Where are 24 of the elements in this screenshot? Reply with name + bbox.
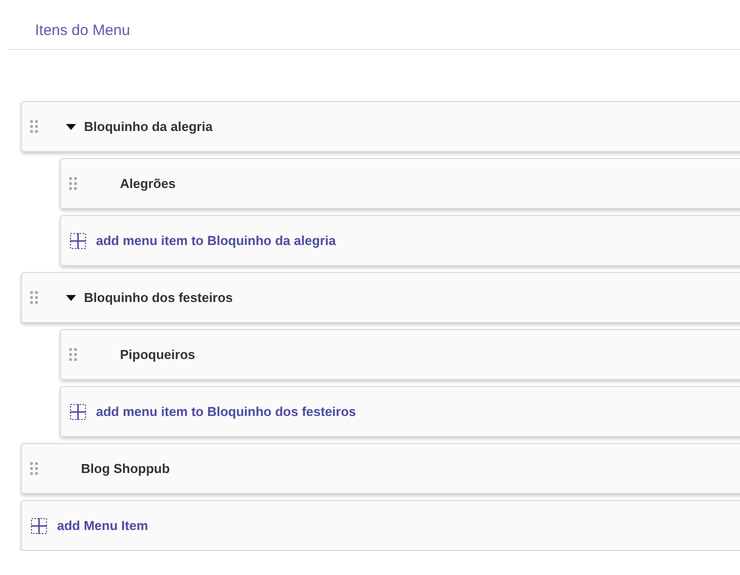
menu-item-label: Bloquinho dos festeiros — [84, 288, 233, 307]
add-item-button[interactable]: add Menu Item — [21, 500, 740, 551]
drag-handle-icon[interactable] — [30, 291, 38, 304]
menu-item-label: Alegrões — [120, 174, 176, 193]
caret-icon[interactable] — [66, 294, 76, 300]
menu-item-card[interactable]: Bloquinho dos festeiros — [21, 272, 740, 323]
drag-handle-icon[interactable] — [69, 177, 77, 190]
menu-item-card[interactable]: Bloquinho da alegria — [21, 101, 740, 152]
drag-handle-icon[interactable] — [30, 462, 38, 475]
add-grid-icon — [70, 232, 86, 248]
add-grid-icon — [31, 518, 47, 534]
add-item-button[interactable]: add menu item to Bloquinho dos festeiros — [60, 386, 740, 437]
menu-item-label: Pipoqueiros — [120, 346, 196, 364]
add-item-button[interactable]: add menu item to Bloquinho da alegria — [60, 215, 740, 266]
menu-item-card[interactable]: Pipoqueiros — [60, 329, 740, 380]
section-title: Itens do Menu — [35, 22, 130, 39]
menu-item-label: Blog Shoppub — [81, 460, 170, 478]
menu-item-card[interactable]: Blog Shoppub — [21, 443, 740, 494]
menu-item-card[interactable]: Alegrões — [60, 158, 740, 209]
menu-item-label: Bloquinho da alegria — [84, 118, 213, 136]
caret-icon[interactable] — [66, 124, 76, 130]
drag-handle-icon[interactable] — [69, 348, 77, 361]
drag-handle-icon[interactable] — [30, 120, 38, 133]
add-grid-icon — [70, 404, 86, 420]
